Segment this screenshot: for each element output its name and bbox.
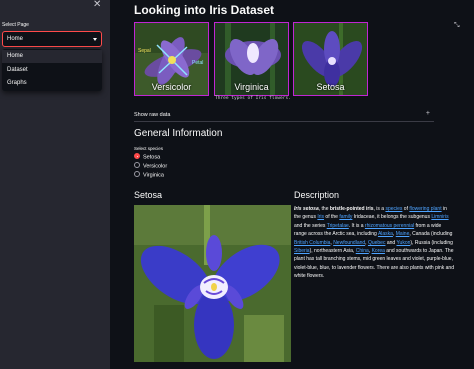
link-maine[interactable]: Maine xyxy=(396,231,410,237)
sidebar: ✕ Select Page Home Home Dataset Graphs xyxy=(0,0,110,369)
show-raw-data-label: Show raw data xyxy=(134,112,171,118)
dropdown-option-graphs[interactable]: Graphs xyxy=(2,77,102,90)
virginica-image: Virginica xyxy=(214,22,289,96)
link-siberia[interactable]: Siberia xyxy=(294,248,310,254)
setosa-photo xyxy=(134,205,291,362)
link-alaska[interactable]: Alaska xyxy=(378,231,393,237)
link-flowering-plant[interactable]: flowering plant xyxy=(409,206,441,212)
page-title: Looking into Iris Dataset xyxy=(134,3,275,17)
setosa-thumb-image: Setosa xyxy=(293,22,368,96)
general-information-heading: General Information xyxy=(134,128,223,139)
desc-text: and xyxy=(385,239,397,246)
link-newfoundland[interactable]: Newfoundland xyxy=(333,240,365,246)
link-rhizomatous-perennial[interactable]: rhizomatous perennial xyxy=(365,223,414,229)
radio-selected-icon xyxy=(134,153,140,159)
versicolor-caption: Versicolor xyxy=(151,82,192,92)
species-name-italic: Iris setosa xyxy=(294,206,319,212)
desc-text: ), northeastern Asia, xyxy=(309,248,356,255)
image-caption: Three types of Iris flowers. xyxy=(215,96,291,101)
link-quebec[interactable]: Quebec xyxy=(368,240,386,246)
desc-text: . It is a xyxy=(348,222,365,229)
common-name-bold: bristle-pointed iris xyxy=(329,206,374,212)
radio-versicolor-label: Versicolor xyxy=(143,163,168,170)
desc-text: Iridaceae, it belongs the subgenus xyxy=(352,214,432,221)
select-page-label: Select Page xyxy=(2,22,29,28)
fullscreen-icon[interactable]: ⤡ xyxy=(454,22,460,30)
page-select-value: Home xyxy=(7,36,24,42)
radio-unselected-icon xyxy=(134,162,140,168)
desc-text: and the series xyxy=(294,222,327,229)
desc-text: ), Russia (including xyxy=(410,239,453,246)
page-select[interactable]: Home xyxy=(2,31,102,47)
radio-virginica-label: Virginica xyxy=(143,172,164,179)
radio-setosa[interactable]: Setosa xyxy=(134,153,161,161)
link-yukon[interactable]: Yukon xyxy=(396,240,410,246)
desc-text: , Canada (including xyxy=(409,231,453,238)
chevron-down-icon xyxy=(93,38,97,41)
species-heading: Setosa xyxy=(134,190,163,200)
sepal-label: Sepal xyxy=(138,48,151,54)
link-species[interactable]: species xyxy=(385,206,402,212)
radio-setosa-label: Setosa xyxy=(143,154,161,161)
link-korea[interactable]: Korea xyxy=(372,248,385,254)
link-limniris[interactable]: Limniris xyxy=(431,214,448,220)
close-icon[interactable]: ✕ xyxy=(93,0,101,10)
radio-versicolor[interactable]: Versicolor xyxy=(134,162,168,170)
description-text: Iris setosa, the bristle-pointed iris, i… xyxy=(294,205,454,281)
desc-text: of the xyxy=(324,214,340,221)
description-heading: Description xyxy=(294,190,340,200)
divider xyxy=(134,121,434,122)
dropdown-option-dataset[interactable]: Dataset xyxy=(2,64,102,77)
page-dropdown: Home Dataset Graphs xyxy=(2,49,102,91)
dropdown-option-home[interactable]: Home xyxy=(2,50,102,63)
setosa-thumb-caption: Setosa xyxy=(316,82,345,92)
radio-virginica[interactable]: Virginica xyxy=(134,171,164,179)
virginica-caption: Virginica xyxy=(234,82,269,92)
petal-label: Petal xyxy=(192,60,204,66)
versicolor-image: Sepal Petal Versicolor xyxy=(134,22,209,96)
link-china[interactable]: China xyxy=(356,248,369,254)
radio-unselected-icon xyxy=(134,171,140,177)
link-family[interactable]: family xyxy=(339,214,352,220)
link-tripetalae[interactable]: Tripetalae xyxy=(327,223,349,229)
select-species-label: Select species xyxy=(134,146,164,151)
desc-text: , the xyxy=(318,206,330,212)
main-content: Looking into Iris Dataset ⤡ Sepal Petal … xyxy=(110,0,474,369)
link-british-columbia[interactable]: British Columbia xyxy=(294,240,330,246)
plus-icon: + xyxy=(425,110,430,117)
desc-text: , is a xyxy=(373,206,386,212)
